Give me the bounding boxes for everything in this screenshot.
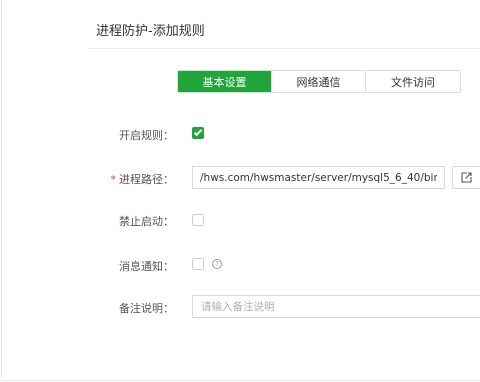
notify-checkbox[interactable]	[192, 258, 204, 270]
dialog-frame	[1, 0, 480, 381]
process-path-label-row: * 进程路径：	[111, 171, 175, 187]
tab-file-access[interactable]: 文件访问	[366, 71, 460, 92]
tab-basic-settings[interactable]: 基本设置	[178, 71, 272, 92]
folder-select-icon	[461, 172, 472, 183]
disable-start-label: 禁止启动：	[119, 215, 174, 228]
enable-rule-label: 开启规则：	[119, 129, 174, 142]
dialog-title: 进程防护-添加规则	[96, 24, 205, 39]
required-mark: *	[110, 173, 117, 186]
notify-label: 消息通知：	[119, 260, 174, 273]
question-circle-icon[interactable]: ?	[212, 259, 222, 269]
check-icon	[193, 127, 203, 137]
title-divider	[88, 48, 480, 49]
browse-path-button[interactable]	[452, 166, 480, 189]
enable-rule-checkbox[interactable]	[192, 127, 204, 139]
process-path-input[interactable]	[192, 166, 445, 189]
disable-start-checkbox[interactable]	[192, 214, 204, 226]
remark-label: 备注说明：	[119, 302, 174, 315]
tab-network[interactable]: 网络通信	[272, 71, 366, 92]
process-path-label: 进程路径：	[119, 173, 174, 186]
tab-bar: 基本设置 网络通信 文件访问	[177, 70, 461, 93]
remark-input[interactable]	[192, 295, 480, 318]
